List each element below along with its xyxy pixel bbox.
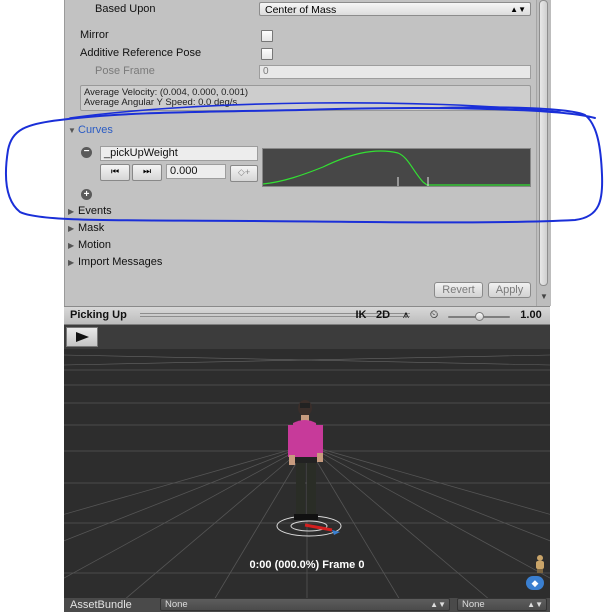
curve-name-value: _pickUpWeight xyxy=(104,147,178,159)
pose-frame-value: 0 xyxy=(263,66,269,77)
previous-key-button[interactable]: ⏮ xyxy=(100,164,130,181)
events-foldout[interactable]: ▶ Events xyxy=(68,205,112,217)
asset-bundle-value: None xyxy=(165,599,188,610)
tag-icon[interactable]: ◆ xyxy=(526,576,544,590)
mask-label: Mask xyxy=(78,222,105,234)
mask-foldout[interactable]: ▶ Mask xyxy=(68,222,104,234)
motion-label: Motion xyxy=(78,239,112,251)
curve-value: 0.000 xyxy=(170,165,198,177)
slider-knob[interactable] xyxy=(474,312,484,321)
import-messages-label: Import Messages xyxy=(78,256,163,268)
speed-icon: ⏲ xyxy=(429,309,439,321)
asset-variant-value: None xyxy=(462,599,485,610)
play-button[interactable] xyxy=(66,327,98,347)
curve-line xyxy=(262,150,530,186)
curve-graph[interactable] xyxy=(262,148,531,187)
expanded-triangle-icon: ▼ xyxy=(68,126,76,135)
asset-bundle-bar: AssetBundle None ▲▼ None ▲▼ xyxy=(64,598,550,612)
minus-circle-icon[interactable]: − xyxy=(81,147,92,158)
plus-circle-icon[interactable]: + xyxy=(81,189,92,200)
play-icon xyxy=(76,332,89,342)
revert-button[interactable]: Revert xyxy=(434,282,483,298)
based-upon-dropdown[interactable]: Center of Mass ▲▼ xyxy=(259,2,531,16)
preview-toolbar: Picking Up IK 2D ⩚ ⏲ 1.00 xyxy=(64,306,550,325)
playback-speed-value: 1.00 xyxy=(520,309,542,321)
asset-variant-dropdown[interactable]: None ▲▼ xyxy=(457,598,547,611)
character-model xyxy=(288,400,323,520)
curve-value-field[interactable]: 0.000 xyxy=(166,164,226,179)
motion-info-box: Average Velocity: (0.004, 0.000, 0.001) … xyxy=(80,85,531,111)
pose-frame-field[interactable]: 0 xyxy=(259,65,531,79)
mirror-label: Mirror xyxy=(80,29,109,41)
mirror-checkbox[interactable] xyxy=(261,30,273,42)
playback-strip xyxy=(64,325,550,349)
pivot-icon[interactable]: ⩚ xyxy=(397,308,415,323)
scroll-down-icon[interactable]: ▼ xyxy=(540,292,548,301)
inspector-scrollbar[interactable]: ▼ xyxy=(536,0,551,306)
preview-title: Picking Up xyxy=(70,309,127,321)
asset-bundle-label: AssetBundle xyxy=(70,599,132,611)
curves-foldout[interactable]: ▼ Curves xyxy=(68,124,113,136)
based-upon-label: Based Upon xyxy=(95,3,156,15)
collapsed-triangle-icon: ▶ xyxy=(68,207,75,216)
previous-key-icon: ⏮ xyxy=(110,166,120,176)
apply-button[interactable]: Apply xyxy=(488,282,531,298)
additive-reference-pose-label: Additive Reference Pose xyxy=(80,47,202,59)
dropdown-arrow-icon: ▲▼ xyxy=(527,600,543,609)
frame-readout: 0:00 (000.0%) Frame 0 xyxy=(249,559,365,571)
events-label: Events xyxy=(78,205,112,217)
ik-toggle[interactable]: IK xyxy=(352,308,370,323)
next-key-icon: ⏭ xyxy=(142,166,152,176)
average-angular-speed-text: Average Angular Y Speed: 0.0 deg/s xyxy=(84,97,238,108)
curve-svg xyxy=(262,150,530,186)
additive-reference-pose-checkbox[interactable] xyxy=(261,48,273,60)
2d-toggle[interactable]: 2D xyxy=(373,308,393,323)
collapsed-triangle-icon: ▶ xyxy=(68,258,75,267)
dropdown-arrow-icon: ▲▼ xyxy=(430,600,446,609)
curves-label: Curves xyxy=(78,124,113,136)
motion-foldout[interactable]: ▶ Motion xyxy=(68,239,111,251)
playback-speed-slider[interactable] xyxy=(448,312,510,321)
asset-bundle-dropdown[interactable]: None ▲▼ xyxy=(160,598,450,611)
collapsed-triangle-icon: ▶ xyxy=(68,224,75,233)
based-upon-value: Center of Mass xyxy=(265,4,337,16)
dropdown-arrow-icon: ▲▼ xyxy=(510,5,526,14)
import-messages-foldout[interactable]: ▶ Import Messages xyxy=(68,256,162,268)
curve-name-field[interactable]: _pickUpWeight xyxy=(100,146,258,161)
add-key-icon: ◇+ xyxy=(237,167,251,177)
collapsed-triangle-icon: ▶ xyxy=(68,241,75,250)
next-key-button[interactable]: ⏭ xyxy=(132,164,162,181)
preview-viewport[interactable]: 0:00 (000.0%) Frame 0 ◆ xyxy=(64,325,550,600)
pose-frame-label: Pose Frame xyxy=(95,65,155,77)
scrollbar-thumb[interactable] xyxy=(539,0,548,286)
add-key-button[interactable]: ◇+ xyxy=(230,165,258,182)
